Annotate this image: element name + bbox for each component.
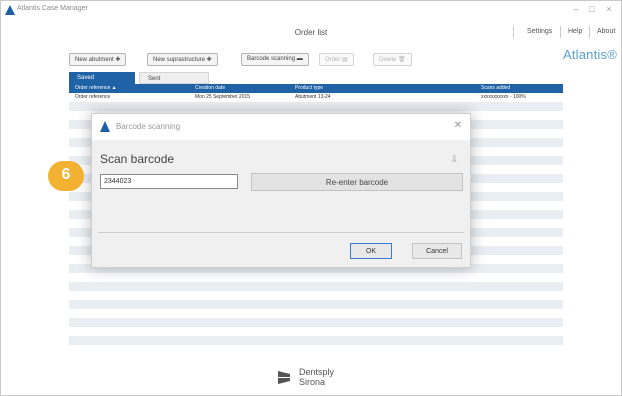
header-divider	[513, 26, 514, 38]
table-cell: Abutment 13-24	[295, 94, 331, 100]
dentsply-sirona-logo: Dentsply Sirona	[277, 365, 357, 389]
close-window-icon[interactable]: ×	[602, 4, 616, 14]
new-abutment-button[interactable]: New abutment ✚	[69, 53, 127, 66]
table-header: Order reference ▲ Creation date Product …	[69, 84, 563, 93]
settings-link[interactable]: Settings	[527, 28, 552, 35]
help-link[interactable]: Help	[568, 28, 582, 35]
table-row	[69, 300, 563, 309]
tab-saved[interactable]: Saved	[69, 72, 135, 84]
table-row	[69, 318, 563, 327]
scan-barcode-heading: Scan barcode	[100, 152, 175, 166]
app-title: Atlantis Case Manager	[17, 5, 88, 12]
dialog-divider	[98, 232, 464, 233]
barcode-input[interactable]	[100, 174, 238, 189]
table-cell: Mon 25 September 2015	[195, 94, 251, 100]
download-icon[interactable]: ⇩	[450, 154, 458, 165]
header-divider	[589, 26, 590, 38]
barcode-scanning-button[interactable]: Barcode scanning ▬	[241, 53, 309, 66]
cancel-button[interactable]: Cancel	[412, 243, 462, 259]
footer-brand-word: Dentsply	[299, 367, 335, 377]
table-cell: Order reference	[75, 94, 111, 100]
table-cell: xxxxxxxxxxx - 100%	[481, 94, 526, 100]
close-icon[interactable]: ✕	[454, 120, 462, 131]
tab-sent[interactable]: Sent	[139, 72, 209, 84]
footer-brand-word: Sirona	[299, 377, 326, 387]
dialog-title: Barcode scanning	[116, 122, 181, 131]
about-link[interactable]: About	[597, 28, 615, 35]
minimize-icon[interactable]: –	[569, 4, 583, 14]
application-window: Atlantis Case Manager – □ × Order list S…	[0, 0, 622, 396]
column-header[interactable]: Product type	[295, 85, 323, 91]
column-header[interactable]: Order reference ▲	[75, 85, 117, 91]
new-suprastructure-button[interactable]: New suprastructure ✚	[147, 53, 218, 66]
column-header[interactable]: Creation date	[195, 85, 225, 91]
table-row	[69, 336, 563, 345]
re-enter-barcode-button[interactable]: Re-enter barcode	[251, 173, 463, 191]
delete-button[interactable]: Delete 🗑	[373, 53, 412, 66]
atlantis-logo-icon	[100, 121, 110, 132]
order-button[interactable]: Order ▤	[319, 53, 354, 66]
title-bar: Atlantis Case Manager – □ ×	[1, 1, 621, 21]
header-divider	[560, 26, 561, 38]
column-header[interactable]: Scans added	[481, 85, 510, 91]
step-number-badge: 6	[48, 161, 84, 191]
barcode-scanning-dialog: Barcode scanning ✕ Scan barcode ⇩ Re-ent…	[91, 113, 471, 268]
dialog-title-bar: Barcode scanning ✕	[92, 114, 470, 140]
brand-logo: Atlantis®	[562, 47, 617, 62]
table-row	[69, 282, 563, 291]
atlantis-logo-icon	[5, 5, 15, 15]
dentsply-sirona-mark-icon	[278, 371, 290, 384]
table-row	[69, 102, 563, 111]
maximize-icon[interactable]: □	[585, 4, 599, 14]
ok-button[interactable]: OK	[350, 243, 392, 259]
table-row[interactable]: Order reference Mon 25 September 2015 Ab…	[69, 93, 563, 102]
